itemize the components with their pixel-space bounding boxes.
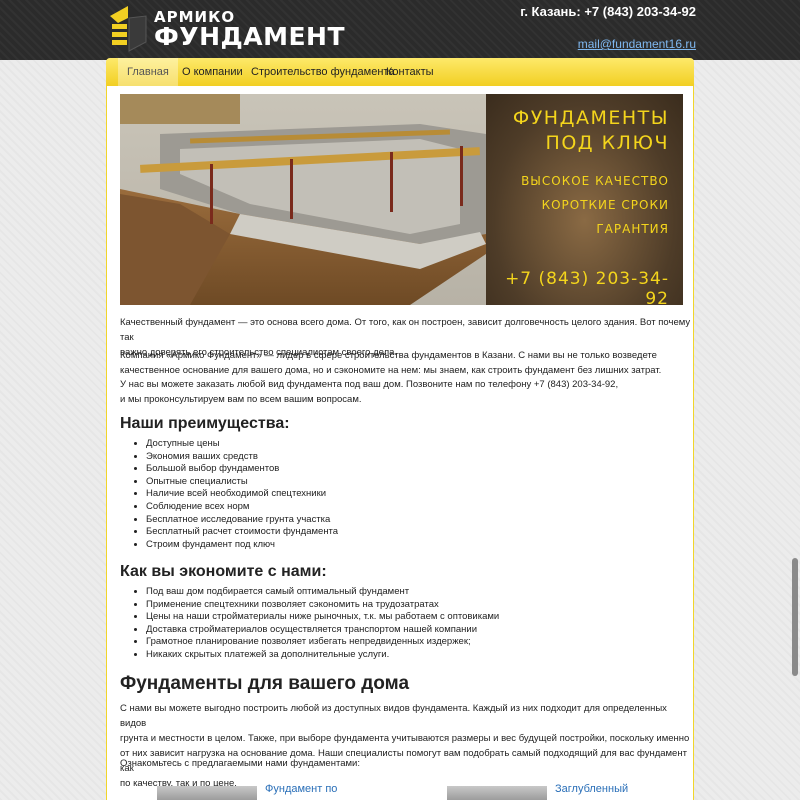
banner-title: ФУНДАМЕНТЫ ПОД КЛЮЧ [513, 106, 669, 156]
foundations-heading: Фундаменты для вашего дома [120, 673, 410, 694]
list-item: Соблюдение всех норм [146, 501, 338, 514]
banner-ad-panel: ФУНДАМЕНТЫ ПОД КЛЮЧ ВЫСОКОЕ КАЧЕСТВО КОР… [486, 94, 683, 305]
banner-feature: ВЫСОКОЕ КАЧЕСТВО [521, 174, 669, 188]
banner-phone: +7 (843) 203-34-92 [505, 269, 669, 305]
text-line: У нас вы можете заказать любой вид фунда… [120, 379, 619, 390]
logo-big-text: ФУНДАМЕНТ [154, 22, 346, 51]
list-item: Под ваш дом подбирается самый оптимальны… [146, 586, 499, 599]
list-item: Цены на наши стройматериалы ниже рыночны… [146, 611, 499, 624]
list-item: Бесплатный расчет стоимости фундамента [146, 526, 338, 539]
list-item: Грамотное планирование позволяет избегат… [146, 636, 499, 649]
text-line: С нами вы можете выгодно построить любой… [120, 703, 667, 729]
nav-item-about[interactable]: О компании [182, 58, 243, 86]
text-line: и мы проконсультируем вам по всем вашим … [120, 394, 362, 405]
list-item: Строим фундамент под ключ [146, 539, 338, 552]
foundation-link-1[interactable]: Фундамент по [265, 783, 337, 795]
foundation-thumbnail[interactable] [447, 786, 547, 800]
foundation-thumbnail[interactable] [157, 786, 257, 800]
hero-banner[interactable]: ФУНДАМЕНТЫ ПОД КЛЮЧ ВЫСОКОЕ КАЧЕСТВО КОР… [120, 94, 683, 305]
banner-feature: КОРОТКИЕ СРОКИ [541, 198, 669, 212]
text-line: качественное основание для вашего дома, … [120, 365, 662, 376]
text-line: Компания «Армико Фундамент» — лидер в сф… [120, 350, 657, 361]
advantages-list: Доступные цены Экономия ваших средств Бо… [120, 438, 338, 551]
logo[interactable]: АРМИКО ФУНДАМЕНТ [106, 4, 346, 56]
savings-list: Под ваш дом подбирается самый оптимальны… [120, 586, 499, 662]
foundation-link-2[interactable]: Заглубленный [555, 783, 628, 795]
list-item: Экономия ваших средств [146, 451, 338, 464]
text-line: грунта и местности в целом. Также, при в… [120, 733, 690, 744]
banner-title-line2: ПОД КЛЮЧ [545, 132, 669, 154]
nav-item-contacts[interactable]: Контакты [386, 58, 434, 86]
list-item: Бесплатное исследование грунта участка [146, 514, 338, 527]
header-phone: г. Казань: +7 (843) 203-34-92 [520, 4, 696, 19]
list-item: Доступные цены [146, 438, 338, 451]
nav-item-home[interactable]: Главная [118, 58, 178, 86]
advantages-heading: Наши преимущества: [120, 415, 290, 432]
list-item: Доставка стройматериалов осуществляется … [146, 624, 499, 637]
nav-item-construction[interactable]: Строительство фундамента [251, 58, 394, 86]
foundations-intro: Ознакомьтесь с предлагаемыми нами фундам… [120, 758, 360, 769]
list-item: Большой выбор фундаментов [146, 463, 338, 476]
list-item: Никаких скрытых платежей за дополнительн… [146, 649, 499, 662]
site-header: АРМИКО ФУНДАМЕНТ г. Казань: +7 (843) 203… [0, 0, 800, 60]
intro-paragraph-3: У нас вы можете заказать любой вид фунда… [120, 377, 618, 407]
savings-heading: Как вы экономите с нами: [120, 563, 327, 580]
text-line: Качественный фундамент — это основа всег… [120, 317, 691, 343]
intro-paragraph-2: Компания «Армико Фундамент» — лидер в сф… [120, 348, 661, 378]
foundation-photo [120, 94, 486, 305]
banner-feature: ГАРАНТИЯ [596, 222, 669, 236]
list-item: Применение спецтехники позволяет сэконом… [146, 599, 499, 612]
main-content: ФУНДАМЕНТЫ ПОД КЛЮЧ ВЫСОКОЕ КАЧЕСТВО КОР… [106, 86, 694, 800]
foundations-paragraph: С нами вы можете выгодно построить любой… [120, 701, 693, 791]
logo-mark-icon [110, 6, 147, 52]
list-item: Наличие всей необходимой спецтехники [146, 488, 338, 501]
scrollbar-thumb[interactable] [792, 558, 798, 676]
header-email-link[interactable]: mail@fundament16.ru [578, 37, 696, 51]
main-nav: Главная О компании Строительство фундаме… [106, 58, 694, 86]
banner-title-line1: ФУНДАМЕНТЫ [512, 107, 669, 129]
list-item: Опытные специалисты [146, 476, 338, 489]
scrollbar-track[interactable] [791, 0, 800, 800]
